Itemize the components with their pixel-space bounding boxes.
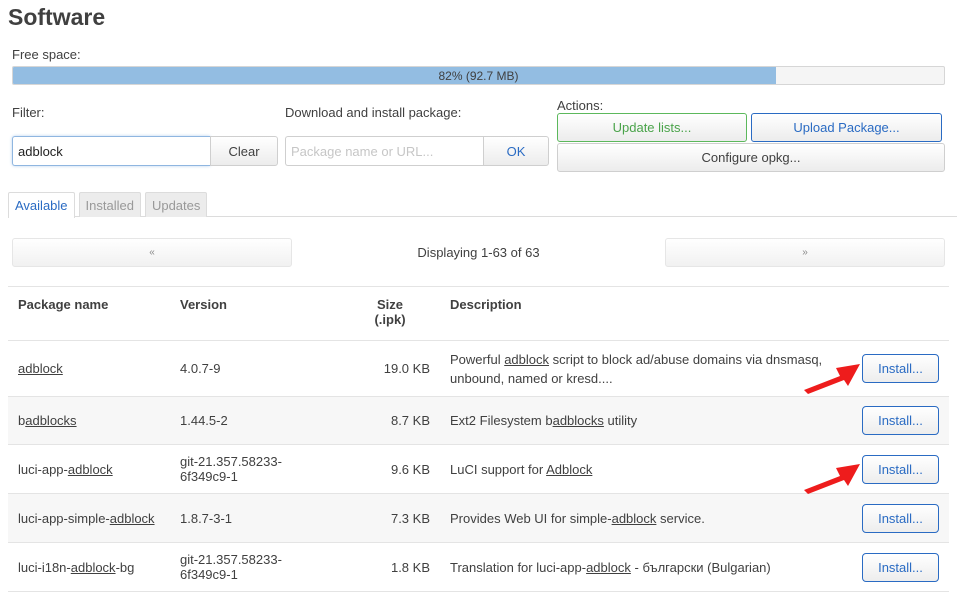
column-header-name: Package name bbox=[8, 286, 170, 341]
desc-prefix: LuCI support for bbox=[450, 461, 547, 477]
pager-status: Displaying 1-63 of 63 bbox=[417, 245, 540, 260]
name-match: adblock bbox=[18, 361, 63, 376]
desc-suffix: utility bbox=[603, 413, 638, 428]
description-cell: Powerful adblock script to block ad/abus… bbox=[440, 340, 849, 397]
install-button[interactable]: Install... bbox=[862, 454, 939, 484]
size-cell: 1.8 KB bbox=[340, 542, 440, 592]
package-url-input[interactable] bbox=[285, 136, 483, 166]
free-space-label: Free space: bbox=[12, 47, 81, 62]
package-name-cell: luci-app-adblock bbox=[8, 444, 170, 494]
name-match: adblock bbox=[70, 559, 116, 575]
desc-match: adblock bbox=[504, 351, 550, 367]
free-space-text: 82% (92.7 MB) bbox=[438, 69, 519, 83]
tab-available[interactable]: Available bbox=[8, 192, 75, 218]
desc-match: adblock bbox=[611, 510, 657, 526]
size-header-line1: Size bbox=[376, 297, 403, 312]
action-cell: Install... bbox=[849, 444, 949, 494]
version-cell: 1.44.5-2 bbox=[170, 396, 340, 445]
action-cell: Install... bbox=[849, 493, 949, 543]
size-cell: 8.7 KB bbox=[340, 396, 440, 445]
desc-prefix: Translation for luci-app- bbox=[450, 559, 587, 575]
package-name-cell: luci-app-simple-adblock bbox=[8, 493, 170, 543]
free-space-progress-bar: 82% (92.7 MB) bbox=[12, 66, 945, 85]
table-row: luci-app-adblock git-21.357.58233-6f349c… bbox=[8, 444, 949, 494]
previous-page-button[interactable]: « bbox=[12, 238, 292, 267]
desc-prefix: Ext2 Filesystem b bbox=[450, 413, 553, 428]
page-title: Software bbox=[8, 4, 106, 30]
name-prefix: luci-app- bbox=[18, 461, 68, 477]
size-cell: 19.0 KB bbox=[340, 340, 440, 397]
filter-group: Clear bbox=[12, 136, 278, 166]
package-name-cell: adblock bbox=[8, 340, 170, 397]
desc-suffix: - български (Bulgarian) bbox=[630, 559, 771, 575]
install-button[interactable]: Install... bbox=[862, 552, 939, 582]
name-prefix: luci-app-simple- bbox=[18, 510, 110, 526]
desc-match: adblocks bbox=[552, 413, 604, 428]
update-lists-button[interactable]: Update lists... bbox=[557, 113, 747, 142]
clear-button[interactable]: Clear bbox=[210, 136, 278, 166]
name-match: adblocks bbox=[25, 413, 77, 428]
download-label: Download and install package: bbox=[285, 105, 462, 120]
filter-label: Filter: bbox=[12, 105, 45, 120]
name-match: adblock bbox=[109, 510, 155, 526]
table-row: luci-app-simple-adblock 1.8.7-3-1 7.3 KB… bbox=[8, 493, 949, 543]
column-header-actions bbox=[849, 286, 949, 341]
column-header-version: Version bbox=[170, 286, 340, 341]
description-cell: Provides Web UI for simple-adblock servi… bbox=[440, 493, 849, 543]
desc-suffix: service. bbox=[656, 510, 705, 526]
table-row: luci-i18n-adblock-bg git-21.357.58233-6f… bbox=[8, 542, 949, 592]
version-cell: 1.8.7-3-1 bbox=[170, 493, 340, 543]
version-cell: git-21.357.58233-6f349c9-1 bbox=[170, 444, 340, 494]
size-cell: 7.3 KB bbox=[340, 493, 440, 543]
desc-match: adblock bbox=[586, 559, 631, 575]
install-button[interactable]: Install... bbox=[862, 354, 939, 383]
description-cell: Ext2 Filesystem badblocks utility bbox=[440, 396, 849, 445]
action-cell: Install... bbox=[849, 396, 949, 445]
version-cell: 4.0.7-9 bbox=[170, 340, 340, 397]
tab-updates[interactable]: Updates bbox=[144, 192, 208, 217]
name-match: adblock bbox=[67, 461, 113, 477]
next-page-button[interactable]: » bbox=[665, 238, 945, 267]
table-row: adblock 4.0.7-9 19.0 KB Powerful adblock… bbox=[8, 340, 949, 397]
name-prefix: luci-i18n- bbox=[18, 559, 71, 575]
column-header-description: Description bbox=[440, 286, 849, 341]
size-header-line2: (.ipk) bbox=[374, 312, 406, 327]
ok-button[interactable]: OK bbox=[483, 136, 549, 166]
package-table: Package name Version Size (.ipk) Descrip… bbox=[8, 286, 949, 592]
desc-prefix: Powerful bbox=[450, 351, 505, 367]
package-name-cell: luci-i18n-adblock-bg bbox=[8, 542, 170, 592]
tab-installed[interactable]: Installed bbox=[78, 192, 141, 217]
action-cell: Install... bbox=[849, 340, 949, 397]
download-group: OK bbox=[285, 136, 549, 166]
install-button[interactable]: Install... bbox=[862, 503, 939, 533]
package-name-cell: badblocks bbox=[8, 396, 170, 445]
table-header-row: Package name Version Size (.ipk) Descrip… bbox=[8, 286, 949, 341]
upload-package-button[interactable]: Upload Package... bbox=[751, 113, 942, 142]
description-cell: Translation for luci-app-adblock - бълга… bbox=[440, 542, 849, 592]
filter-input[interactable] bbox=[12, 136, 210, 166]
action-cell: Install... bbox=[849, 542, 949, 592]
configure-opkg-button[interactable]: Configure opkg... bbox=[557, 143, 945, 172]
desc-prefix: Provides Web UI for simple- bbox=[450, 510, 612, 526]
size-cell: 9.6 KB bbox=[340, 444, 440, 494]
actions-label: Actions: bbox=[557, 98, 604, 113]
package-tabs: Available Installed Updates bbox=[8, 192, 957, 218]
table-row: badblocks 1.44.5-2 8.7 KB Ext2 Filesyste… bbox=[8, 396, 949, 445]
desc-match: Adblock bbox=[546, 461, 593, 477]
description-cell: LuCI support for Adblock bbox=[440, 444, 849, 494]
column-header-size: Size (.ipk) bbox=[340, 286, 440, 341]
version-cell: git-21.357.58233-6f349c9-1 bbox=[170, 542, 340, 592]
install-button[interactable]: Install... bbox=[862, 406, 939, 435]
name-suffix: -bg bbox=[115, 559, 135, 575]
